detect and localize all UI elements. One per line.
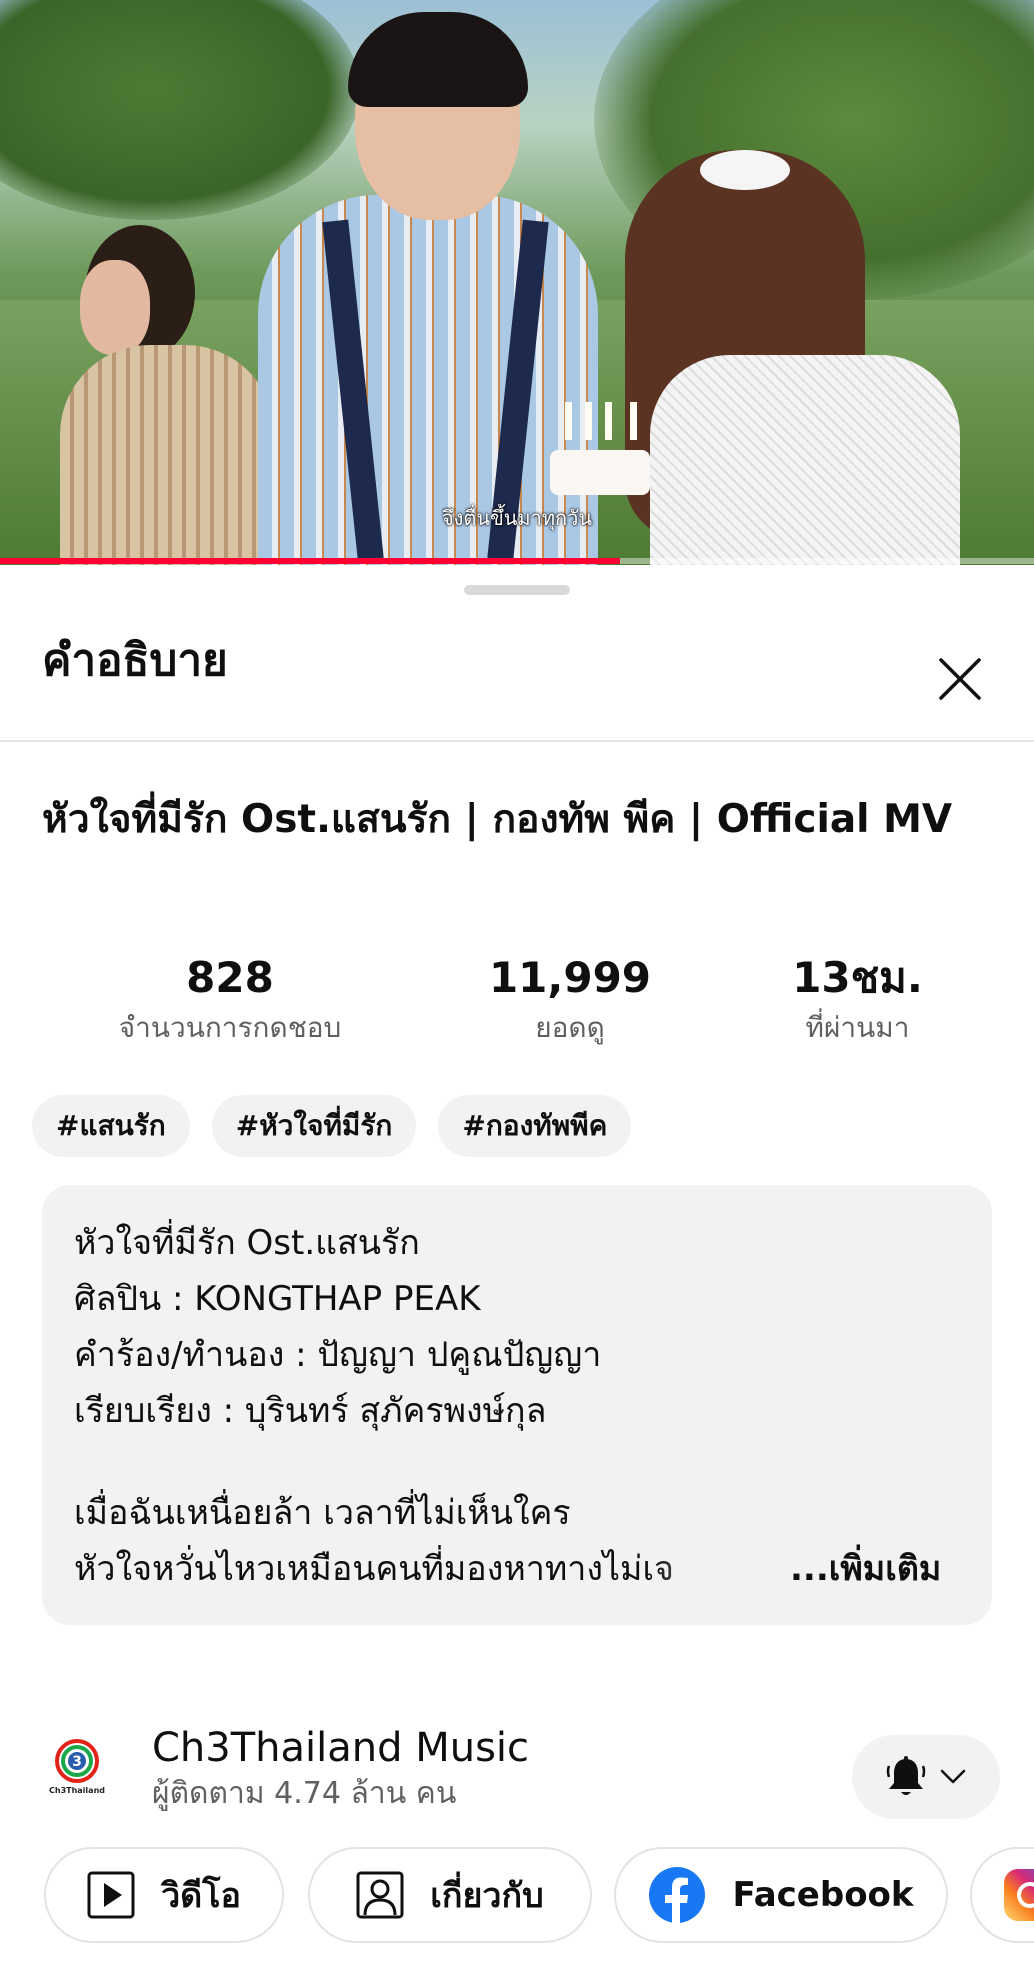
bell-icon (886, 1756, 926, 1795)
facebook-link-button[interactable]: Facebook (614, 1847, 948, 1943)
video-frame-hair-bow (700, 150, 790, 190)
video-progress-fill (0, 558, 621, 564)
video-frame-candle (565, 402, 572, 440)
description-line: หัวใจที่มีรัก Ost.แสนรัก (74, 1223, 420, 1263)
description-lyric-line: หัวใจหวั่นไหวเหมือนคนที่มองหาทางไม่เจ (74, 1549, 674, 1589)
description-lyric-line: เมื่อฉันเหนื่อยล้า เวลาที่ไม่เห็นใคร (74, 1493, 571, 1533)
svg-text:Ch3Thailand: Ch3Thailand (49, 1786, 105, 1795)
video-frame-candle (585, 402, 592, 440)
show-more-link[interactable]: ...เพิ่มเติม (786, 1541, 942, 1597)
views-count: 11,999 (488, 953, 652, 1002)
channel-logo-icon: 3 Ch3Thailand (49, 1739, 105, 1795)
about-link-button[interactable]: เกี่ยวกับ (308, 1847, 592, 1943)
header-divider (0, 740, 1034, 742)
likes-stat: 828 จำนวนการกดชอบ (110, 950, 350, 1050)
video-frame-candle (605, 402, 612, 440)
description-line: คำร้อง/ทำนอง : ปัญญา ปคูณปัญญา (74, 1335, 602, 1375)
videos-link-label: วิดีโอ (161, 1876, 241, 1916)
sheet-title: คำอธิบาย (42, 635, 228, 686)
hashtag-chip[interactable]: #กองทัพพีค (438, 1095, 632, 1157)
video-frame-foliage-left (0, 0, 360, 220)
video-stats: 828 จำนวนการกดชอบ 11,999 ยอดดู 13ชม. ที่… (0, 950, 1034, 1060)
video-frame-person-left-face (80, 260, 150, 355)
video-frame-candle (630, 402, 637, 440)
chevron-down-icon (940, 1769, 966, 1784)
about-link-label: เกี่ยวกับ (430, 1876, 544, 1916)
person-icon (356, 1871, 404, 1919)
description-lyric-truncated: หัวใจหวั่นไหวเหมือนคนที่มองหาทางไม่เจ ..… (74, 1541, 960, 1597)
svg-text:3: 3 (72, 1754, 82, 1770)
hashtag-chip[interactable]: #หัวใจที่มีรัก (211, 1095, 417, 1157)
channel-name[interactable]: Ch3Thailand Music (152, 1723, 529, 1773)
video-frame-cake (550, 450, 650, 495)
close-button[interactable] (930, 649, 990, 709)
video-subtitle: จึงตื่นขึ้นมาทุกวัน (441, 506, 593, 530)
views-label: ยอดดู (535, 1011, 605, 1044)
instagram-link-button[interactable] (970, 1847, 1034, 1943)
notification-button[interactable] (852, 1735, 1000, 1819)
facebook-link-label: Facebook (732, 1875, 914, 1915)
channel-avatar[interactable]: 3 Ch3Thailand (42, 1731, 112, 1801)
video-player[interactable]: จึงตื่นขึ้นมาทุกวัน (0, 0, 1034, 565)
description-sheet: คำอธิบาย หัวใจที่มีรัก Ost.แสนรัก | กองท… (0, 565, 1034, 1976)
channel-links: วิดีโอ เกี่ยวกับ Facebook (44, 1847, 1034, 1943)
views-stat: 11,999 ยอดดู (470, 950, 670, 1050)
description-line: เรียบเรียง : บุรินทร์ สุภัครพงษ์กุล (74, 1391, 547, 1431)
description-box[interactable]: หัวใจที่มีรัก Ost.แสนรัก ศิลปิน : KONGTH… (42, 1185, 992, 1625)
hashtag-chip[interactable]: #แสนรัก (32, 1095, 190, 1157)
video-progress-bar[interactable] (0, 558, 1034, 564)
hashtag-list: #แสนรัก #หัวใจที่มีรัก #กองทัพพีค (32, 1095, 632, 1157)
channel-subscribers: ผู้ติดตาม 4.74 ล้าน คน (152, 1776, 457, 1811)
likes-label: จำนวนการกดชอบ (118, 1011, 342, 1044)
upload-time-label: ที่ผ่านมา (805, 1011, 910, 1044)
video-frame-person-center-hair (348, 12, 528, 107)
drag-handle[interactable] (464, 585, 570, 595)
upload-time-value: 13ชม. (792, 953, 923, 1002)
play-icon (87, 1871, 135, 1919)
likes-count: 828 (186, 953, 274, 1002)
close-icon (939, 658, 981, 700)
instagram-icon (1004, 1869, 1034, 1921)
facebook-icon (649, 1867, 706, 1924)
description-line: ศิลปิน : KONGTHAP PEAK (74, 1279, 481, 1319)
upload-time-stat: 13ชม. ที่ผ่านมา (770, 950, 945, 1050)
channel-row[interactable]: 3 Ch3Thailand Ch3Thailand Music ผู้ติดตา… (0, 1715, 1034, 1825)
videos-link-button[interactable]: วิดีโอ (44, 1847, 284, 1943)
video-title: หัวใจที่มีรัก Ost.แสนรัก | กองทัพ พีค | … (42, 797, 953, 842)
